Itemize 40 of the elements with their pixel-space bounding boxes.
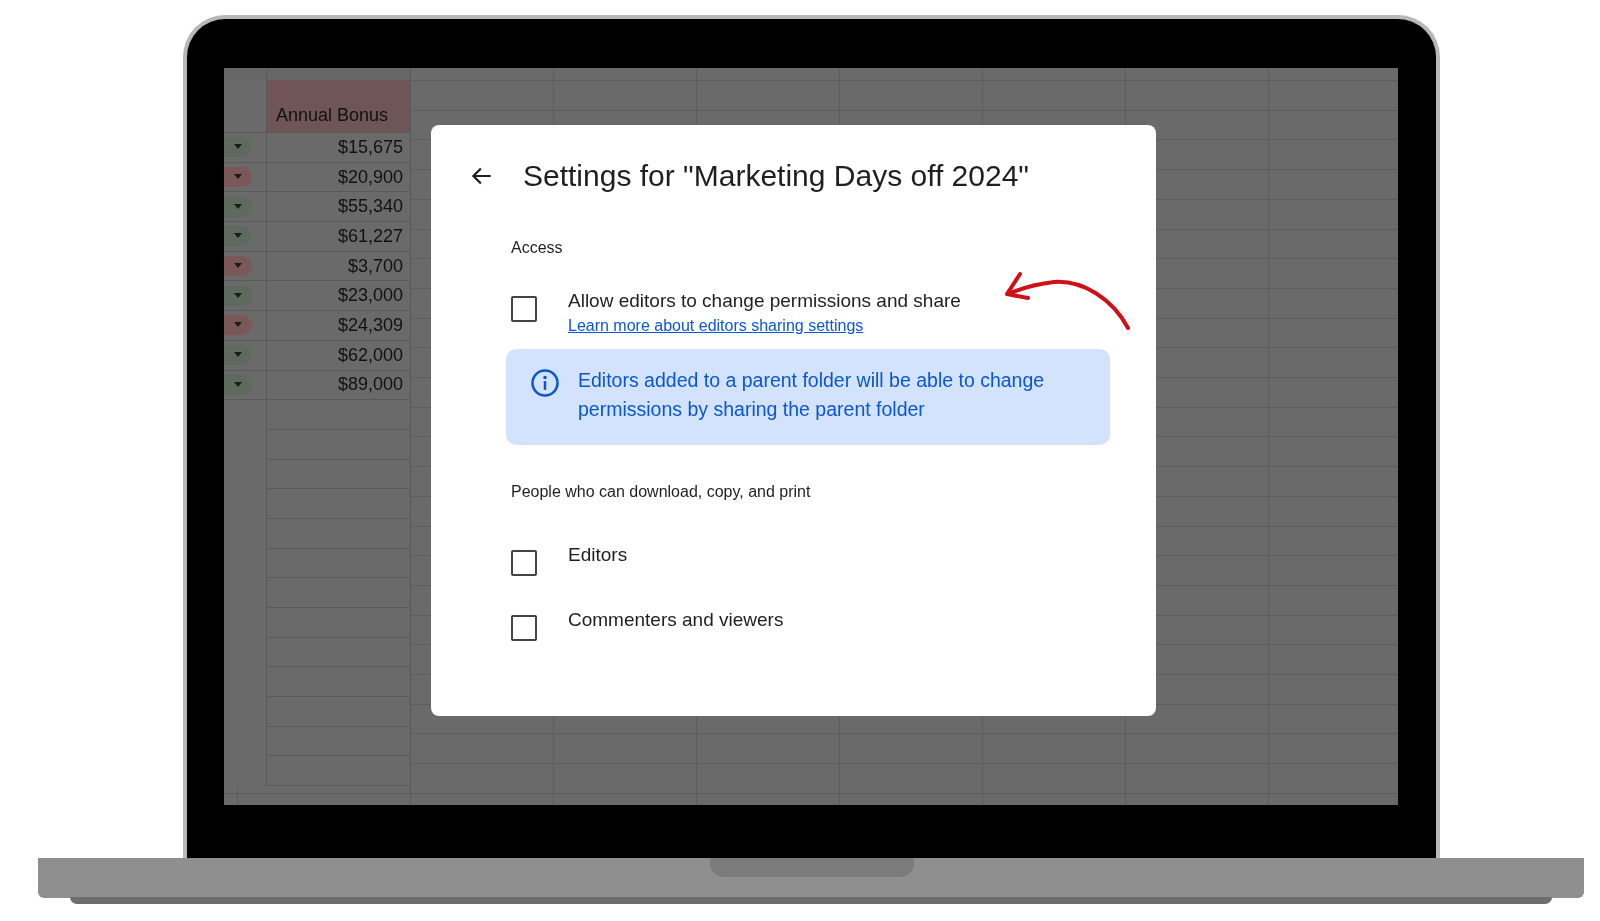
- section-heading: Access: [511, 239, 564, 257]
- learn-more-link[interactable]: Learn more about editors sharing settings: [568, 315, 961, 337]
- option-label: Allow editors to change permissions and share: [568, 289, 961, 313]
- table-cell: $15,675: [267, 133, 410, 163]
- caret-icon: [233, 322, 243, 329]
- table-cell: $3,700: [267, 251, 410, 282]
- table-cell: $24,309: [267, 311, 410, 341]
- caret-icon: [233, 263, 243, 270]
- caret-icon: [233, 174, 243, 181]
- dropdown-chip[interactable]: [224, 285, 252, 306]
- checkbox[interactable]: [511, 615, 537, 641]
- info-icon: [530, 368, 560, 398]
- option-label: Commenters and viewers: [568, 608, 784, 632]
- option-label: Editors: [568, 543, 628, 567]
- caret-icon: [233, 203, 243, 210]
- checkbox[interactable]: [511, 296, 537, 322]
- table-cell: $89,000: [267, 370, 410, 401]
- info-text: Editors added to a parent folder will be able to change permissions by sharing the parent folder: [578, 368, 1046, 422]
- caret-icon: [233, 233, 243, 240]
- caret-icon: [233, 352, 243, 359]
- table-cell: $23,000: [267, 281, 410, 312]
- table-cell: $20,900: [267, 162, 410, 193]
- caret-icon: [233, 144, 243, 151]
- table-cell: $55,340: [267, 192, 410, 223]
- table-cell: $61,227: [267, 222, 410, 252]
- dropdown-chip[interactable]: [224, 167, 252, 188]
- column-header: Annual Bonus: [267, 68, 410, 133]
- dropdown-chip[interactable]: [224, 345, 252, 366]
- section-heading: People who can download, copy, and print: [511, 483, 812, 501]
- dropdown-chip[interactable]: [224, 137, 252, 158]
- dropdown-chip[interactable]: [224, 256, 252, 277]
- caret-icon: [233, 381, 243, 388]
- checkbox[interactable]: [511, 550, 537, 576]
- table-cell: $62,000: [267, 340, 410, 371]
- dropdown-chip[interactable]: [224, 374, 252, 395]
- dialog-title: Settings for "Marketing Days off 2024": [523, 159, 1029, 193]
- dropdown-chip[interactable]: [224, 315, 252, 336]
- dropdown-chip[interactable]: [224, 196, 252, 217]
- dropdown-chip[interactable]: [224, 226, 252, 247]
- caret-icon: [233, 292, 243, 299]
